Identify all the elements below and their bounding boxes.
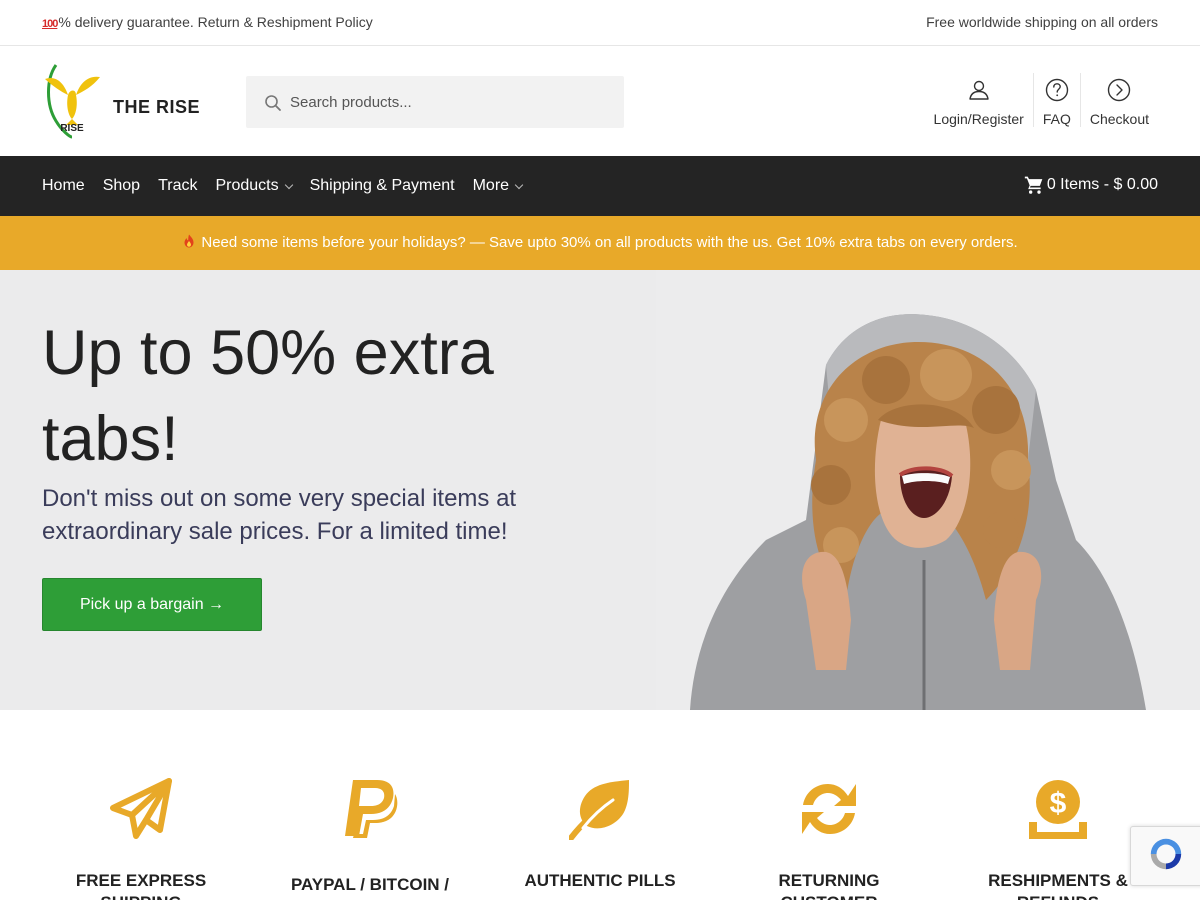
top-bar: 100% delivery guarantee. Return & Reship… <box>0 0 1200 46</box>
cart-icon <box>1024 176 1043 194</box>
leaf-icon <box>569 780 629 840</box>
money-bag-icon: $ <box>1029 780 1087 839</box>
nav-label-products: Products <box>215 177 279 194</box>
recaptcha-icon <box>1150 838 1182 870</box>
search-icon <box>265 95 281 111</box>
nav-item-more[interactable]: More <box>472 177 524 195</box>
faq-link[interactable]: FAQ <box>1032 73 1080 127</box>
login-register-link[interactable]: Login/Register <box>925 73 1033 127</box>
checkout-link[interactable]: Checkout <box>1079 73 1158 127</box>
question-icon <box>1045 78 1069 102</box>
user-icon <box>968 80 989 100</box>
hundred-emoji: 100 <box>42 18 58 30</box>
nav-label-home: Home <box>42 177 85 194</box>
hero-banner: Up to 50% extra tabs! Don't miss out on … <box>0 270 1200 710</box>
feature-title: PAYPAL / BITCOIN / <box>290 875 450 894</box>
pick-up-bargain-button[interactable]: Pick up a bargain → <box>42 578 262 631</box>
site-header: RISE THE RISE Login/Register FAQ <box>0 47 1200 156</box>
header-links: Login/Register FAQ Checkout <box>925 73 1158 127</box>
faq-label: FAQ <box>1042 111 1071 127</box>
search-input[interactable] <box>290 89 610 115</box>
feature-reshipments-refunds: $ RESHIPMENTS & REFUNDS <box>958 778 1158 900</box>
checkout-label: Checkout <box>1089 111 1149 127</box>
nav-item-shop[interactable]: Shop <box>103 177 140 195</box>
nav-label-shipping-payment: Shipping & Payment <box>309 177 455 194</box>
recaptcha-badge[interactable] <box>1130 826 1200 886</box>
feature-free-express-shipping: FREE EXPRESS SHIPPING <box>41 778 241 900</box>
fire-icon <box>184 234 194 248</box>
hero-title: Up to 50% extra tabs! <box>42 318 494 474</box>
cart-label: 0 Items - $ 0.00 <box>1046 176 1158 193</box>
feature-paypal-bitcoin: PAYPAL / BITCOIN / <box>270 778 470 896</box>
main-navigation: Home Shop Track Products Shipping & Paym… <box>0 156 1200 216</box>
nav-item-products[interactable]: Products <box>215 177 293 195</box>
promo-text: Need some items before your holidays? — … <box>201 234 1018 251</box>
nav-item-shipping-payment[interactable]: Shipping & Payment <box>310 177 455 195</box>
delivery-guarantee-notice[interactable]: 100% delivery guarantee. Return & Reship… <box>42 14 373 30</box>
delivery-guarantee-text: % delivery guarantee. Return & Reshipmen… <box>58 14 373 30</box>
feature-title: RESHIPMENTS & REFUNDS <box>988 871 1128 900</box>
chevron-down-icon <box>284 180 293 190</box>
nav-item-track[interactable]: Track <box>158 177 197 195</box>
free-shipping-notice: Free worldwide shipping on all orders <box>926 14 1158 30</box>
brand-name[interactable]: THE RISE <box>113 97 200 118</box>
nav-item-home[interactable]: Home <box>42 177 85 195</box>
feature-title: RETURNING CUSTOMER <box>778 871 880 900</box>
chevron-down-icon <box>514 180 524 190</box>
refresh-icon <box>802 784 856 834</box>
paper-plane-icon <box>110 778 172 839</box>
hero-image <box>656 270 1200 710</box>
feature-returning-customer: RETURNING CUSTOMER <box>729 778 929 900</box>
login-register-label: Login/Register <box>933 111 1024 127</box>
feature-title: FREE EXPRESS SHIPPING <box>75 871 207 900</box>
nav-label-shop: Shop <box>102 177 141 194</box>
logo-text: RISE <box>60 123 84 134</box>
nav-label-more: More <box>472 177 510 194</box>
nav-label-track: Track <box>158 177 198 194</box>
feature-authentic-pills: AUTHENTIC PILLS <box>500 778 700 892</box>
features-section: FREE EXPRESS SHIPPING PAYPAL / BITCOIN /… <box>0 710 1200 900</box>
hero-subtitle: Don't miss out on some very special item… <box>42 485 517 545</box>
site-logo[interactable]: RISE <box>42 61 104 139</box>
svg-text:$: $ <box>1050 787 1067 820</box>
paypal-icon <box>345 780 398 838</box>
promo-banner: Need some items before your holidays? — … <box>0 216 1200 270</box>
search-box <box>246 76 624 128</box>
cart-summary[interactable]: 0 Items - $ 0.00 <box>1024 175 1158 195</box>
feature-title: AUTHENTIC PILLS <box>524 871 676 890</box>
arrow-right-circle-icon <box>1108 78 1131 102</box>
